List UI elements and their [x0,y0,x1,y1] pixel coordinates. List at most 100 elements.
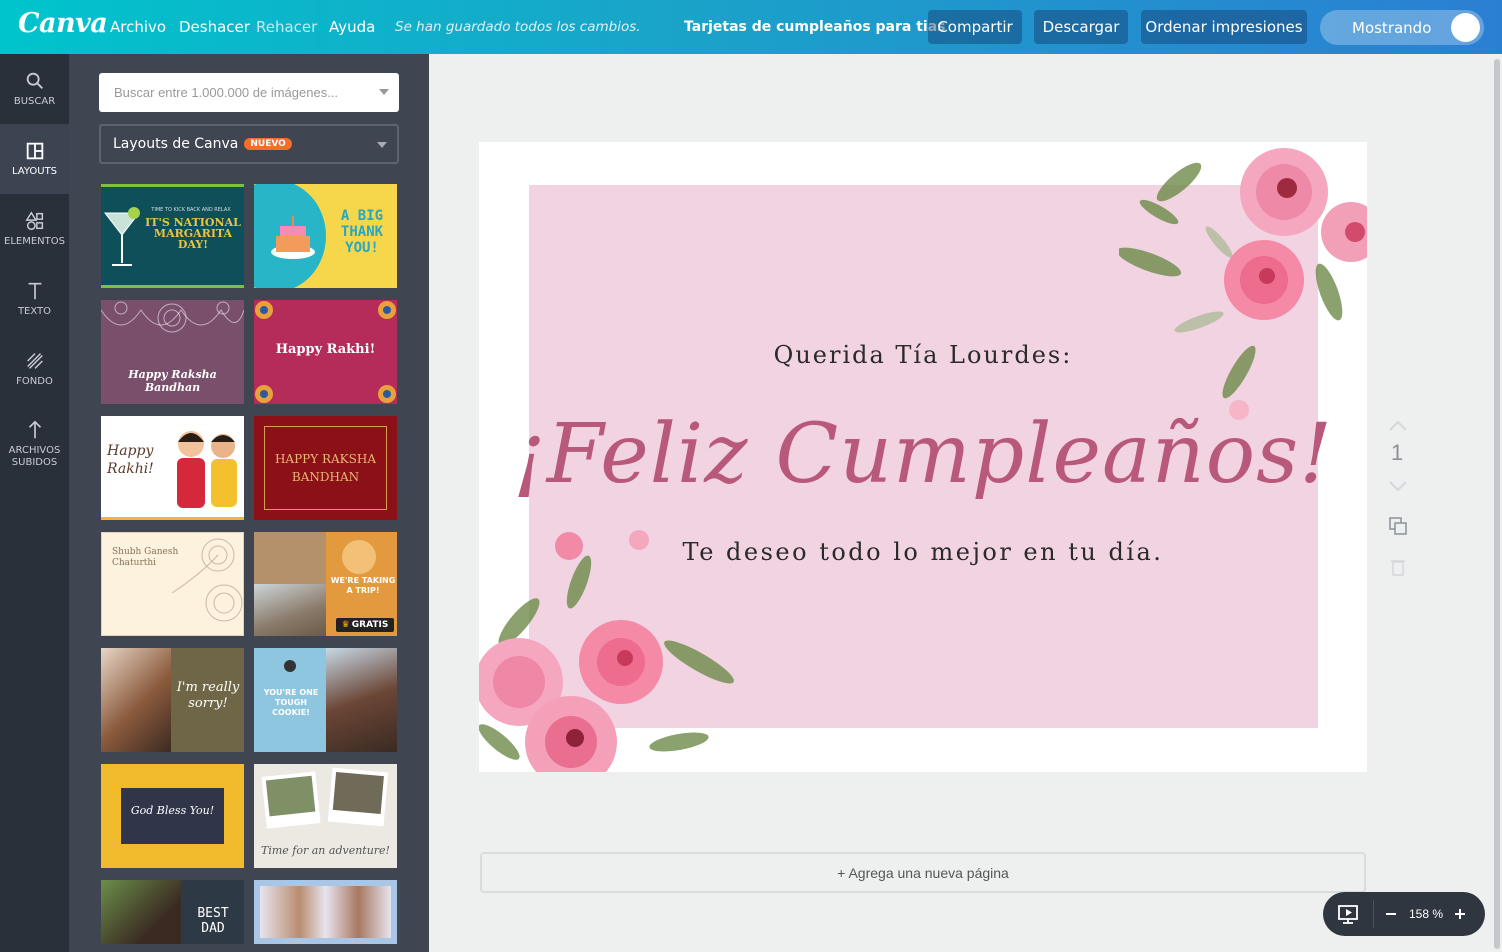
page-number: 1 [1391,440,1404,465]
scrollbar-thumb[interactable] [1494,59,1500,949]
thumbnail-title: Happy Rakhi! [275,342,376,357]
new-badge: NUEVO [244,138,292,150]
photo-mountains [254,584,326,636]
rail-item-layouts[interactable]: LAYOUTS [0,124,69,194]
camera-icon [342,540,376,574]
mandala-ornament [101,301,244,333]
polaroid-photo [327,767,389,827]
layout-thumbnail[interactable]: BEST DAD [101,880,244,944]
photo-camels [254,532,326,584]
order-prints-button[interactable]: Ordenar impresiones [1141,10,1307,44]
layout-icon [26,142,43,160]
chevron-down-icon [377,142,387,148]
move-page-down-icon[interactable] [1388,480,1408,494]
cake-icon [271,216,315,259]
canva-logo[interactable]: Canva [18,8,108,39]
share-button[interactable]: Compartir [928,10,1022,44]
toggle-knob[interactable] [1451,13,1480,42]
zoom-controls: 158 % [1323,892,1485,936]
free-badge: ♛ GRATIS [336,618,394,632]
thumbnail-title: IT'S NATIONAL MARGARITA DAY! [145,216,241,251]
rail-label: ELEMENTOS [4,236,65,247]
layout-thumbnail[interactable]: Happy Rakhi! [254,300,397,404]
chevron-down-icon[interactable] [379,89,389,95]
showing-toggle[interactable]: Mostrando [1320,10,1484,45]
layout-thumbnail[interactable]: YOU'RE ONE TOUGH COOKIE! [254,648,397,752]
menu-deshacer[interactable]: Deshacer [179,0,250,54]
polaroid-photo [261,771,321,829]
rail-label: BUSCAR [13,96,56,107]
rail-item-elementos[interactable]: ELEMENTOS [0,194,69,264]
undo-label[interactable]: Deshacer [179,18,250,36]
zoom-level: 158 % [1409,907,1444,921]
layout-thumbnail[interactable]: TIME TO KICK BACK AND RELAX IT'S NATIONA… [101,184,244,288]
delete-page-icon[interactable] [1388,557,1408,577]
search-icon [26,72,43,89]
card-greeting-text[interactable]: Querida Tía Lourdes: [479,341,1367,369]
layout-thumbnail[interactable]: Happy Rakhi! [101,416,244,520]
margarita-glass-icon [103,207,141,266]
top-bar: Canva Archivo Deshacer Rehacer Ayuda Se … [0,0,1502,54]
rail-item-fondo[interactable]: FONDO [0,334,69,404]
download-button[interactable]: Descargar [1034,10,1128,44]
menu-rehacer[interactable]: Rehacer [256,0,317,54]
rail-label: FONDO [16,376,53,387]
photo-kids [260,886,391,938]
layout-thumbnail[interactable]: A BIG THANK YOU! [254,184,397,288]
menu-archivo-label[interactable]: Archivo [110,18,166,36]
thumbnail-title: HAPPY RAKSHA BANDHAN [274,452,377,484]
menu-ayuda[interactable]: Ayuda [329,0,375,54]
redo-label[interactable]: Rehacer [256,18,317,36]
crown-icon: ♛ [341,620,350,630]
help-label[interactable]: Ayuda [329,18,375,36]
left-rail: BUSCAR LAYOUTS ELEMENTOS TEXTO FONDO ARC… [0,54,69,952]
card-wish-text[interactable]: Te deseo todo lo mejor en tu día. [479,538,1367,566]
rail-label: LAYOUTS [11,166,58,177]
image-search-box[interactable] [99,73,399,112]
document-title[interactable]: Tarjetas de cumpleaños para tias [684,0,946,54]
thumbnail-title: Happy Rakhi! [107,443,154,477]
shapes-icon [24,211,43,230]
layout-thumbnail[interactable]: Shubh Ganesh Chaturthi [101,532,244,636]
design-page[interactable]: Querida Tía Lourdes: ¡Feliz Cumpleaños! … [479,142,1367,772]
layout-thumbnail[interactable]: WE'RE TAKING A TRIP! ♛ GRATIS [254,532,397,636]
image-search-input[interactable] [114,85,364,100]
menu-archivo[interactable]: Archivo [110,0,166,54]
divider [1373,900,1374,928]
add-page-button[interactable]: + Agrega una nueva página [480,852,1366,893]
upload-icon [28,420,41,439]
layout-thumbnail[interactable]: I'm really sorry! [101,648,244,752]
layout-thumbnail[interactable]: Happy Raksha Bandhan [101,300,244,404]
save-status: Se han guardado todos los cambios. [395,19,641,35]
layout-thumbnail[interactable]: God Bless You! [101,764,244,868]
workspace-scrollbar[interactable] [1492,54,1502,952]
watercolor-flowers-top-right[interactable] [1119,142,1367,432]
siblings-illustration [177,431,237,508]
move-page-up-icon[interactable] [1388,418,1408,432]
card-headline-text[interactable]: ¡Feliz Cumpleaños! [479,407,1367,502]
thumbnail-title: God Bless You! [130,804,215,817]
showing-toggle-label: Mostrando [1352,18,1432,37]
free-badge-label: GRATIS [351,620,389,630]
layout-thumbnail[interactable] [254,880,397,944]
rail-item-archivos-subidos[interactable]: ARCHIVOS SUBIDOS [0,404,69,484]
rail-label: ARCHIVOS SUBIDOS [8,445,61,468]
photo-woman-smiling [326,648,397,752]
dropdown-label: Layouts de Canva [113,136,239,152]
rail-item-texto[interactable]: TEXTO [0,264,69,334]
thumbnail-title: Shubh Ganesh Chaturthi [112,547,179,568]
thumbnail-title: YOU'RE ONE TOUGH COOKIE! [263,688,319,717]
rail-item-buscar[interactable]: BUSCAR [0,54,69,124]
photo-father-son [101,880,181,944]
layout-thumbnail[interactable]: HAPPY RAKSHA BANDHAN [254,416,397,520]
text-icon [28,282,41,300]
thumbnail-title: BEST DAD [197,906,229,936]
thumbnail-title: A BIG THANK YOU! [340,208,384,256]
present-icon[interactable] [1337,903,1359,925]
zoom-in-icon[interactable] [1454,908,1466,920]
layout-source-dropdown[interactable]: Layouts de Canva NUEVO [99,124,399,164]
zoom-out-icon[interactable] [1385,908,1397,920]
duplicate-page-icon[interactable] [1388,516,1408,536]
layout-thumbnail[interactable]: Time for an adventure! [254,764,397,868]
thumbnail-title: WE'RE TAKING A TRIP! [330,576,396,595]
